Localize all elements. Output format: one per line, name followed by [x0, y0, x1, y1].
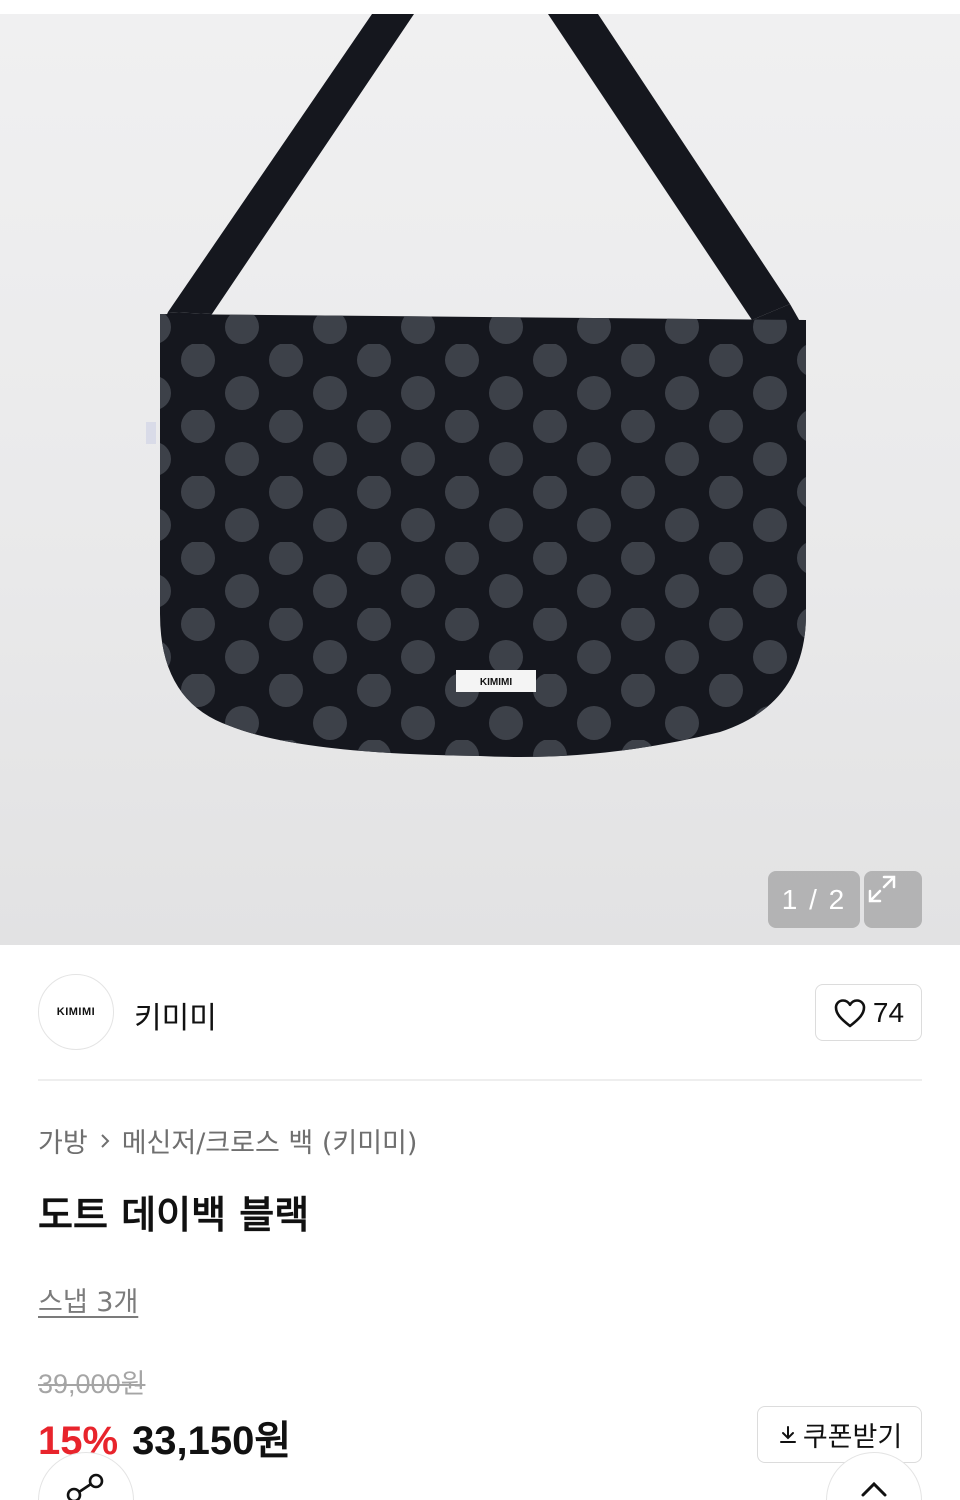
arrow-up-icon — [861, 1481, 887, 1497]
image-pager: 1 / 2 — [768, 871, 860, 928]
brand-logo[interactable]: KIMIMI — [38, 974, 114, 1050]
heart-icon — [834, 998, 866, 1027]
brand-row: KIMIMI 키미미 74 — [38, 973, 922, 1051]
expand-button[interactable] — [864, 871, 922, 928]
divider — [38, 1079, 922, 1081]
expand-icon — [868, 875, 896, 903]
breadcrumb-item-category[interactable]: 메신저/크로스 백 (키미미) — [122, 1121, 418, 1160]
sale-price: 33,150원 — [132, 1419, 292, 1463]
top-bar — [0, 0, 960, 14]
breadcrumb: 가방 메신저/크로스 백 (키미미) — [38, 1121, 417, 1160]
pager-text: 1 / 2 — [781, 883, 847, 915]
original-price: 39,000원 — [38, 1369, 146, 1399]
brand-name[interactable]: 키미미 — [134, 993, 217, 1037]
coupon-label: 쿠폰받기 — [802, 1422, 903, 1453]
coupon-button[interactable]: 쿠폰받기 — [757, 1406, 922, 1463]
product-image: KIMIMI — [146, 14, 806, 757]
download-icon — [779, 1425, 796, 1443]
like-count: 74 — [872, 996, 905, 1028]
share-icon — [66, 1473, 104, 1500]
product-title: 도트 데이백 블랙 — [38, 1193, 310, 1237]
like-button[interactable]: 74 — [815, 984, 922, 1041]
snap-link[interactable]: 스냅 3개 — [38, 1280, 138, 1319]
breadcrumb-item-bags[interactable]: 가방 — [38, 1121, 88, 1160]
product-image-gallery[interactable]: KIMIMI 1 / 2 — [0, 14, 960, 945]
bag-label: KIMIMI — [480, 677, 512, 688]
brand-logo-text: KIMIMI — [56, 1006, 96, 1018]
chevron-right-icon — [100, 1133, 110, 1148]
